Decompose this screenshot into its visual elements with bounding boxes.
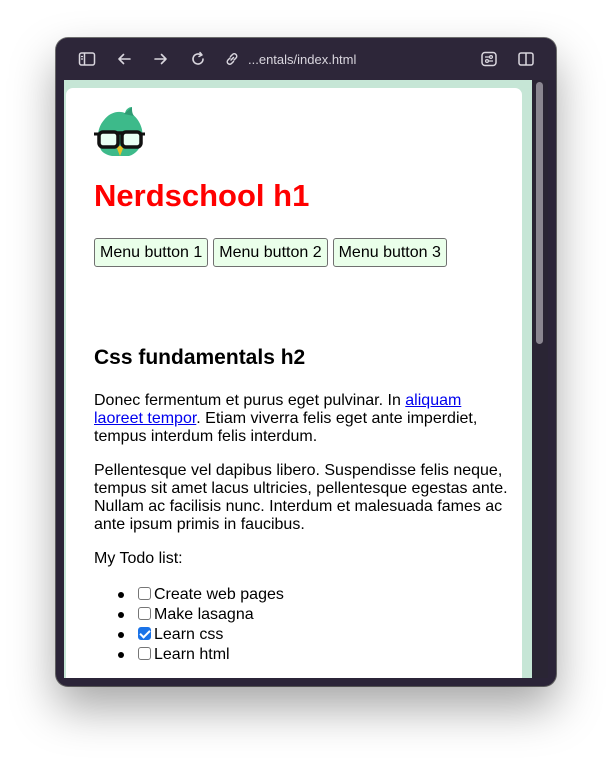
todo-checkbox[interactable] — [138, 627, 151, 640]
todo-checkbox[interactable] — [138, 587, 151, 600]
paragraph-1: Donec fermentum et purus eget pulvinar. … — [94, 392, 509, 446]
content-card: Nerdschool h1 Menu button 1 Menu button … — [66, 88, 522, 678]
paragraph-2: Pellentesque vel dapibus libero. Suspend… — [94, 462, 508, 533]
bullet — [118, 632, 124, 638]
reload-icon[interactable] — [187, 48, 209, 70]
menu-bar: Menu button 1 Menu button 2 Menu button … — [94, 238, 452, 267]
forward-arrow-icon[interactable] — [150, 48, 172, 70]
todo-item: Make lasagna — [94, 605, 284, 625]
nerdschool-logo — [94, 106, 146, 160]
section-heading: Css fundamentals h2 — [94, 346, 306, 369]
page-viewport: Nerdschool h1 Menu button 1 Menu button … — [64, 80, 532, 678]
scrollbar[interactable] — [532, 80, 548, 678]
page-title: Nerdschool h1 — [94, 178, 310, 213]
bullet — [118, 612, 124, 618]
menu-button-1[interactable]: Menu button 1 — [94, 238, 209, 267]
todo-label: My Todo list: — [94, 550, 183, 567]
extensions-icon[interactable] — [478, 48, 500, 70]
todo-list: Create web pages Make lasagna Learn css … — [94, 585, 284, 665]
back-arrow-icon[interactable] — [113, 48, 135, 70]
browser-toolbar: ...entals/index.html — [56, 38, 556, 80]
menu-button-2[interactable]: Menu button 2 — [213, 238, 328, 267]
browser-window: ...entals/index.html Nerdschool h1 Menu … — [56, 38, 556, 686]
todo-checkbox[interactable] — [138, 607, 151, 620]
scroll-thumb[interactable] — [536, 82, 543, 344]
todo-label-text: Make lasagna — [154, 606, 254, 623]
todo-item: Learn css — [94, 625, 284, 645]
todo-item: Learn html — [94, 645, 284, 665]
bullet — [118, 592, 124, 598]
split-view-icon[interactable] — [515, 48, 537, 70]
link-icon — [221, 48, 243, 70]
paragraph-1-text-start: Donec fermentum et purus eget pulvinar. … — [94, 392, 406, 409]
address-bar[interactable]: ...entals/index.html — [248, 52, 356, 68]
sidebar-icon[interactable] — [76, 48, 98, 70]
todo-label-text: Create web pages — [154, 586, 284, 603]
bullet — [118, 652, 124, 658]
todo-label-text: Learn html — [154, 646, 230, 663]
todo-checkbox[interactable] — [138, 647, 151, 660]
menu-button-3[interactable]: Menu button 3 — [332, 238, 447, 267]
todo-label-text: Learn css — [154, 626, 224, 643]
todo-item: Create web pages — [94, 585, 284, 605]
